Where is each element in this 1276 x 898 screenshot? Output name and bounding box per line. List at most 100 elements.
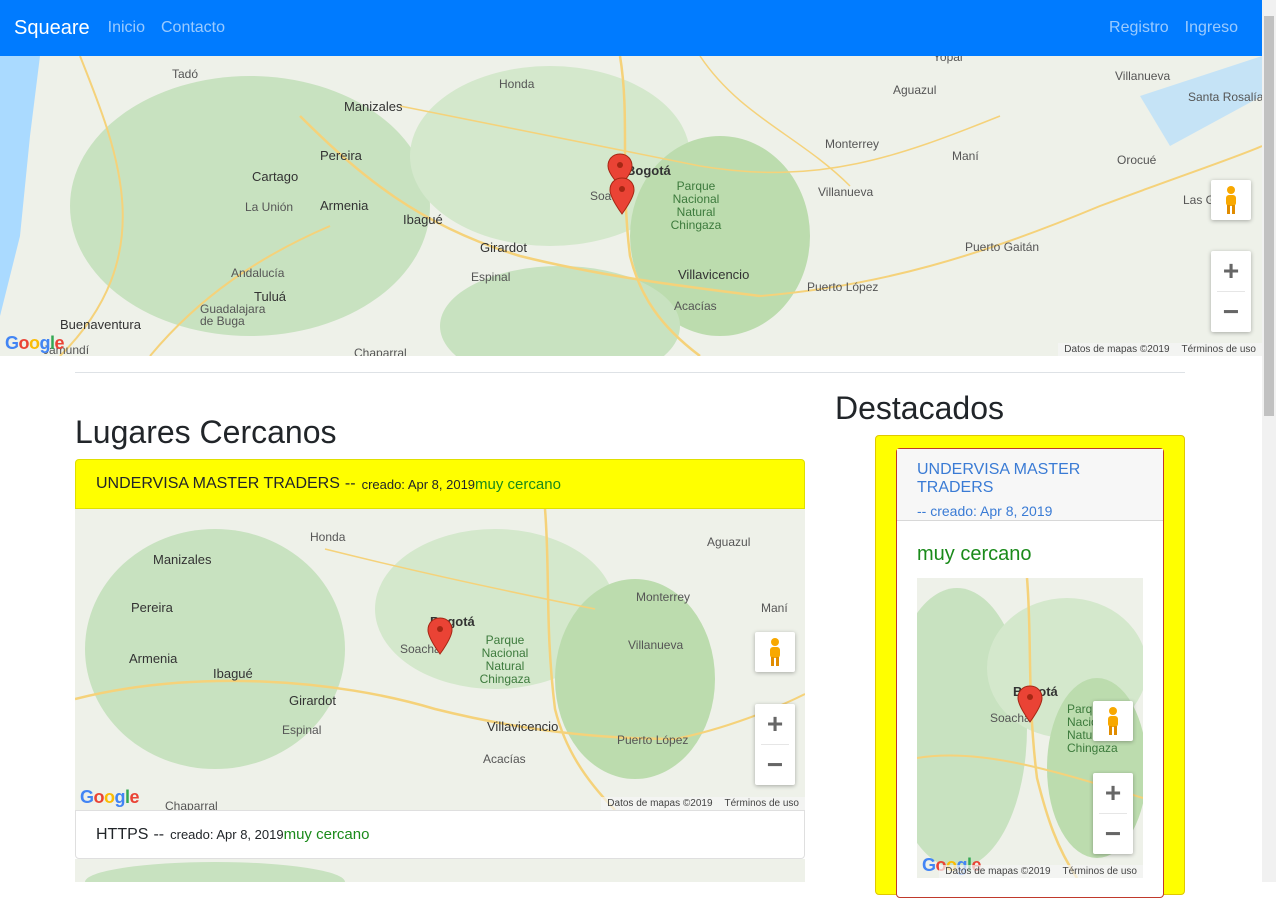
nearby-map[interactable] xyxy=(75,859,805,882)
zoom-out-button[interactable]: − xyxy=(755,745,795,785)
map-attribution: Datos de mapas ©2019 Términos de uso xyxy=(1058,343,1262,356)
place-label: Chaparral xyxy=(165,799,218,810)
divider xyxy=(75,372,1185,373)
street-view-button[interactable] xyxy=(1093,701,1133,741)
place-label: Pereira xyxy=(131,600,173,615)
place-label: Monterrey xyxy=(825,137,880,151)
distance-label: muy cercano xyxy=(475,475,561,493)
place-label: Tadó xyxy=(172,67,199,81)
nav-contacto[interactable]: Contacto xyxy=(161,19,225,37)
google-logo[interactable]: Google xyxy=(5,333,65,354)
place-label: Aguazul xyxy=(707,535,751,549)
place-label: Maní xyxy=(952,149,979,163)
scrollbar[interactable] xyxy=(1262,0,1276,882)
place-label: Ibagué xyxy=(403,212,443,227)
place-label: Puerto Gaitán xyxy=(965,240,1040,254)
brand-link[interactable]: Squeare xyxy=(14,17,90,40)
place-label: Aguazul xyxy=(893,83,937,97)
map-marker-icon[interactable] xyxy=(606,152,646,222)
featured-distance: muy cercano xyxy=(917,543,1032,565)
map-terrain xyxy=(75,859,805,882)
place-label: Acacías xyxy=(674,299,717,313)
top-map[interactable]: Tadó Honda Manizales Pereira Cartago La … xyxy=(0,56,1262,356)
place-label: Armenia xyxy=(320,198,369,213)
place-label: Santa Rosalía xyxy=(1188,90,1262,104)
park-label: Parque Nacional Natural Chingaza xyxy=(670,179,722,232)
place-label: Villavicencio xyxy=(487,719,559,734)
place-label: Girardot xyxy=(480,240,527,255)
google-logo[interactable]: Google xyxy=(80,787,140,808)
place-label: Yopal xyxy=(933,56,963,64)
place-label: Buenaventura xyxy=(60,317,141,332)
map-marker-icon[interactable] xyxy=(1015,684,1045,724)
place-label: Monterrey xyxy=(636,590,691,604)
place-label: Puerto López xyxy=(807,280,879,294)
featured-title: Destacados xyxy=(835,390,1004,426)
nav-right: Registro Ingreso xyxy=(1109,19,1248,37)
nav-registro[interactable]: Registro xyxy=(1109,19,1169,37)
created-date: creado: Apr 8, 2019 xyxy=(361,476,476,492)
attribution-text: Datos de mapas ©2019 xyxy=(1064,344,1170,355)
place-label: Cartago xyxy=(252,169,299,184)
place-label: Espinal xyxy=(471,270,511,284)
place-name: UNDERVISA MASTER TRADERS xyxy=(96,475,340,492)
place-name: HTTPS xyxy=(96,825,149,843)
featured-created: -- creado: Apr 8, 2019 xyxy=(917,503,1053,519)
nearby-card-header[interactable]: HTTPS -- creado: Apr 8, 2019 muy cercano xyxy=(75,810,805,859)
map-attribution: Datos de mapas ©2019 Términos de uso xyxy=(601,797,805,810)
terms-link[interactable]: Términos de uso xyxy=(1063,866,1137,877)
park-label: Parque Nacional Natural Chingaza xyxy=(479,633,531,686)
place-label: Villanueva xyxy=(1115,69,1171,83)
place-label: Chaparral xyxy=(354,346,407,356)
zoom-control: + − xyxy=(755,704,795,785)
place-label: Girardot xyxy=(289,693,336,708)
nav-ingreso[interactable]: Ingreso xyxy=(1185,19,1238,37)
map-attribution: Datos de mapas ©2019 Términos de uso xyxy=(939,865,1143,878)
nearby-title: Lugares Cercanos xyxy=(75,414,337,450)
zoom-control: + − xyxy=(1211,251,1251,332)
separator: -- xyxy=(153,825,165,843)
nav-inicio[interactable]: Inicio xyxy=(108,19,145,37)
place-label: Ibagué xyxy=(213,666,253,681)
street-view-button[interactable] xyxy=(755,632,795,672)
place-label: Guadalajara de Buga xyxy=(200,302,266,328)
terms-link[interactable]: Términos de uso xyxy=(1182,344,1256,355)
map-marker-icon[interactable] xyxy=(425,616,455,656)
place-label: Manizales xyxy=(344,99,403,114)
zoom-in-button[interactable]: + xyxy=(1093,773,1133,813)
nearby-map[interactable]: Manizales Honda Pereira Armenia Ibagué G… xyxy=(75,509,805,810)
navbar: Squeare Inicio Contacto Registro Ingreso xyxy=(0,0,1262,56)
featured-card-header[interactable]: UNDERVISA MASTER TRADERS -- creado: Apr … xyxy=(897,449,1163,521)
pegman-icon xyxy=(770,638,780,666)
place-label: Villanueva xyxy=(818,185,874,199)
distance-label: muy cercano xyxy=(283,826,370,843)
scrollbar-thumb[interactable] xyxy=(1264,16,1274,416)
place-label: Armenia xyxy=(129,651,178,666)
zoom-control: + − xyxy=(1093,773,1133,854)
place-label: La Unión xyxy=(245,200,294,214)
attribution-text: Datos de mapas ©2019 xyxy=(945,866,1051,877)
nearby-card-header[interactable]: UNDERVISA MASTER TRADERS -- creado: Apr … xyxy=(75,459,805,509)
place-label: Andalucía xyxy=(231,266,285,280)
place-label: Pereira xyxy=(320,148,362,163)
place-label: Villanueva xyxy=(628,638,684,652)
terms-link[interactable]: Términos de uso xyxy=(725,798,799,809)
place-label: Puerto López xyxy=(617,733,689,747)
created-date: creado: Apr 8, 2019 xyxy=(170,827,284,842)
place-label: Maní xyxy=(761,601,788,615)
zoom-out-button[interactable]: − xyxy=(1093,814,1133,854)
place-label: Orocué xyxy=(1117,153,1157,167)
zoom-out-button[interactable]: − xyxy=(1211,292,1251,332)
place-label: Manizales xyxy=(153,552,212,567)
place-label: Honda xyxy=(499,77,535,91)
pegman-icon xyxy=(1226,186,1236,214)
place-label: Villavicencio xyxy=(678,267,750,282)
featured-name[interactable]: UNDERVISA MASTER TRADERS xyxy=(917,461,1143,497)
zoom-in-button[interactable]: + xyxy=(1211,251,1251,291)
place-label: Honda xyxy=(310,530,346,544)
place-label: Espinal xyxy=(282,723,322,737)
pegman-icon xyxy=(1108,707,1118,735)
street-view-button[interactable] xyxy=(1211,180,1251,220)
zoom-in-button[interactable]: + xyxy=(755,704,795,744)
featured-map[interactable]: Bogotá Soacha Parque Nacional Natural Ch… xyxy=(917,578,1143,878)
